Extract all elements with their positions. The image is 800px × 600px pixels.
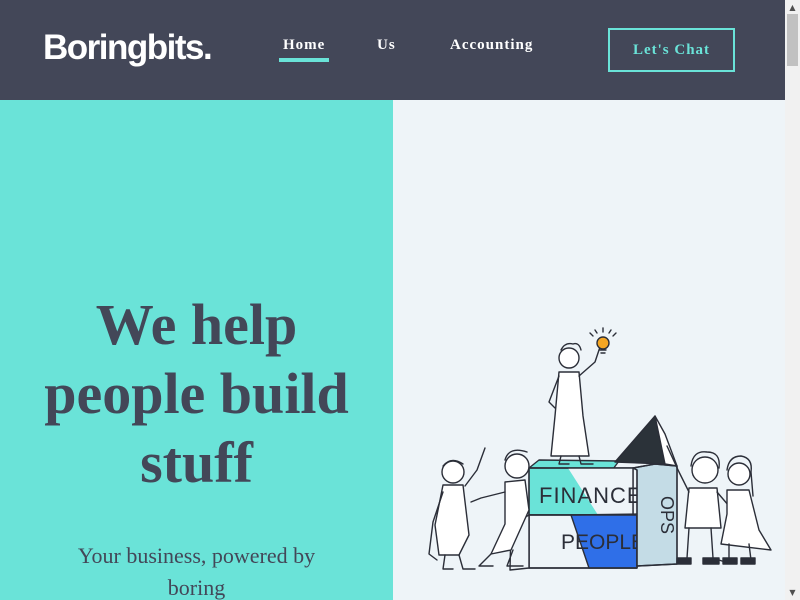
blocks-group: FINANCE PEOPLE OPS xyxy=(509,415,678,571)
nav-us[interactable]: Us xyxy=(377,37,396,63)
scroll-thumb[interactable] xyxy=(787,14,798,66)
page-scrollbar[interactable]: ▲ ▼ xyxy=(785,0,800,600)
nav-home[interactable]: Home xyxy=(278,37,330,63)
hero-panel: We help people build stuff Your business… xyxy=(0,100,393,600)
hero-illustration-panel: FINANCE PEOPLE OPS xyxy=(393,100,785,600)
hero-subtitle-line: boring xyxy=(167,575,226,600)
person-on-top xyxy=(548,327,617,465)
team-building-illustration: FINANCE PEOPLE OPS xyxy=(428,327,772,571)
lets-chat-button[interactable]: Let's Chat xyxy=(608,28,735,72)
scroll-up-arrow-icon[interactable]: ▲ xyxy=(785,0,800,15)
brand-logo[interactable]: Boringbits. xyxy=(43,26,213,70)
nav-accounting[interactable]: Accounting xyxy=(450,37,533,63)
scroll-down-arrow-icon[interactable]: ▼ xyxy=(785,585,800,600)
site-header: Boringbits. Home Us Accounting Let's Cha… xyxy=(0,0,785,100)
hero-subtitle: Your business, powered by boring xyxy=(40,540,353,600)
lightbulb-icon xyxy=(596,336,610,350)
block-label-finance: FINANCE xyxy=(539,483,643,508)
hero-title-line: people build xyxy=(44,361,349,426)
block-label-ops: OPS xyxy=(657,496,677,534)
hero-subtitle-line: Your business, powered by xyxy=(77,543,316,568)
right-people-group xyxy=(666,445,772,565)
hero-title: We help people build stuff xyxy=(0,290,393,497)
hero-title-line: stuff xyxy=(140,430,253,495)
block-label-people: PEOPLE xyxy=(561,531,645,554)
hero-title-line: We help xyxy=(95,292,298,357)
